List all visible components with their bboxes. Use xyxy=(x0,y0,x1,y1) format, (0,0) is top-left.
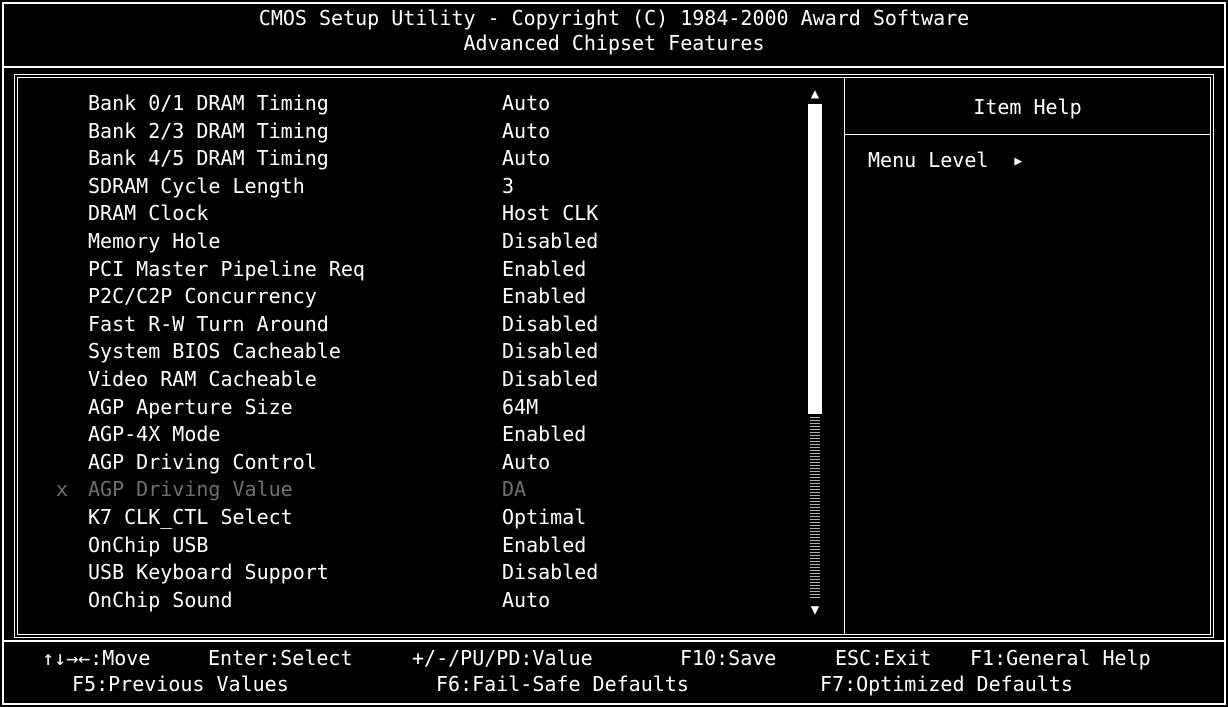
setting-label: AGP Aperture Size xyxy=(88,394,293,419)
setting-value[interactable]: 3 xyxy=(502,173,514,200)
setting-value[interactable]: Disabled xyxy=(502,228,598,255)
setting-label: DRAM Clock xyxy=(88,201,209,226)
setting-label: USB Keyboard Support xyxy=(88,560,329,585)
setting-value[interactable]: Auto xyxy=(502,587,550,614)
setting-label: SDRAM Cycle Length xyxy=(88,173,305,198)
setting-value: DA xyxy=(502,477,527,502)
setting-row[interactable]: OnChip USB Enabled xyxy=(18,532,798,559)
page-title: Advanced Chipset Features xyxy=(463,31,765,55)
key-move: ↑↓→←:Move xyxy=(42,646,151,670)
item-help-header: Item Help xyxy=(845,78,1210,135)
setting-row[interactable]: K7 CLK_CTL Select Optimal xyxy=(18,504,798,531)
scroll-down-arrow-icon[interactable]: ▼ xyxy=(806,602,824,618)
setting-label: Fast R-W Turn Around xyxy=(88,311,329,336)
setting-value[interactable]: Enabled xyxy=(502,256,586,283)
setting-label: PCI Master Pipeline Req xyxy=(88,256,365,281)
setting-row[interactable]: AGP Aperture Size 64M xyxy=(18,394,798,421)
setting-label: AGP Driving Value xyxy=(88,477,293,502)
menu-level: Menu Level ▶ xyxy=(868,148,1022,172)
setting-label: P2C/C2P Concurrency xyxy=(88,284,317,309)
setting-row[interactable]: P2C/C2P Concurrency Enabled xyxy=(18,283,798,310)
setting-row[interactable]: OnChip Sound Auto xyxy=(18,587,798,614)
setting-row[interactable]: Fast R-W Turn Around Disabled xyxy=(18,311,798,338)
setting-label: OnChip Sound xyxy=(88,587,233,612)
setting-value[interactable]: Auto xyxy=(502,118,550,145)
key-save: F10:Save xyxy=(680,646,777,670)
setting-value[interactable]: Host CLK xyxy=(502,200,598,227)
setting-value[interactable]: Enabled xyxy=(502,283,586,310)
bios-screen: CMOS Setup Utility - Copyright (C) 1984-… xyxy=(0,0,1228,707)
setting-row[interactable]: DRAM Clock Host CLK xyxy=(18,200,798,227)
setting-row[interactable]: Memory Hole Disabled xyxy=(18,228,798,255)
key-previous: F5:Previous Values xyxy=(72,672,289,696)
scrollbar[interactable]: ▲ ▼ xyxy=(806,86,824,622)
key-exit: ESC:Exit xyxy=(835,646,932,670)
key-help: F1:General Help xyxy=(970,646,1151,670)
setting-row[interactable]: Bank 2/3 DRAM Timing Auto xyxy=(18,118,798,145)
key-enter: Enter:Select xyxy=(208,646,353,670)
setting-label: Bank 2/3 DRAM Timing xyxy=(88,118,329,143)
setting-label: Bank 4/5 DRAM Timing xyxy=(88,146,329,171)
header-divider xyxy=(4,66,1224,68)
footer-divider xyxy=(4,640,1224,642)
setting-value[interactable]: Auto xyxy=(502,90,550,117)
setting-row[interactable]: Bank 4/5 DRAM Timing Auto xyxy=(18,145,798,172)
setting-label: Bank 0/1 DRAM Timing xyxy=(88,91,329,115)
setting-value[interactable]: Disabled xyxy=(502,338,598,365)
key-optimized: F7:Optimized Defaults xyxy=(820,672,1073,696)
scroll-up-arrow-icon[interactable]: ▲ xyxy=(806,86,824,102)
setting-row[interactable]: PCI Master Pipeline Req Enabled xyxy=(18,256,798,283)
setting-value[interactable]: Disabled xyxy=(502,366,598,393)
setting-value[interactable]: Optimal xyxy=(502,504,586,531)
setting-row[interactable]: Bank 0/1 DRAM Timing Auto xyxy=(18,90,798,117)
menu-level-label: Menu Level xyxy=(868,148,989,172)
scroll-track[interactable] xyxy=(810,416,820,598)
setting-row[interactable]: Video RAM Cacheable Disabled xyxy=(18,366,798,393)
title-block: CMOS Setup Utility - Copyright (C) 1984-… xyxy=(0,6,1228,56)
setting-label: Memory Hole xyxy=(88,229,221,253)
key-failsafe: F6:Fail-Safe Defaults xyxy=(436,672,689,696)
setting-label: AGP-4X Mode xyxy=(88,422,221,447)
setting-row[interactable]: System BIOS Cacheable Disabled xyxy=(18,338,798,365)
key-value: +/-/PU/PD:Value xyxy=(412,646,593,670)
setting-value[interactable]: Enabled xyxy=(502,532,586,559)
scroll-thumb[interactable] xyxy=(808,104,822,414)
setting-label: System BIOS Cacheable xyxy=(88,339,341,364)
disabled-mark-icon: x xyxy=(56,477,69,502)
settings-list: Bank 0/1 DRAM Timing Auto Bank 2/3 DRAM Ti… xyxy=(18,78,844,634)
setting-value[interactable]: Auto xyxy=(502,449,550,476)
setting-label: OnChip USB xyxy=(88,532,209,557)
setting-label: K7 CLK_CTL Select xyxy=(88,505,293,529)
setting-value[interactable]: Disabled xyxy=(502,559,598,586)
setting-row[interactable]: USB Keyboard Support Disabled xyxy=(18,559,798,586)
setting-value[interactable]: Disabled xyxy=(502,311,598,338)
menu-level-arrow-icon: ▶ xyxy=(1014,154,1023,169)
setting-row: x AGP Driving Value DA xyxy=(18,476,798,503)
settings-panel: Bank 0/1 DRAM Timing Auto Bank 2/3 DRAM Ti… xyxy=(14,74,1214,638)
setting-row[interactable]: AGP-4X Mode Enabled xyxy=(18,421,798,448)
setting-row[interactable]: AGP Driving Control Auto xyxy=(18,449,798,476)
setting-label: Video RAM Cacheable xyxy=(88,367,317,391)
utility-title: CMOS Setup Utility - Copyright (C) 1984-… xyxy=(258,6,970,30)
help-divider xyxy=(844,78,845,634)
setting-row[interactable]: SDRAM Cycle Length 3 xyxy=(18,173,798,200)
setting-value[interactable]: 64M xyxy=(502,394,538,421)
setting-value[interactable]: Auto xyxy=(502,145,550,172)
setting-label: AGP Driving Control xyxy=(88,449,317,474)
setting-value[interactable]: Enabled xyxy=(502,421,586,448)
